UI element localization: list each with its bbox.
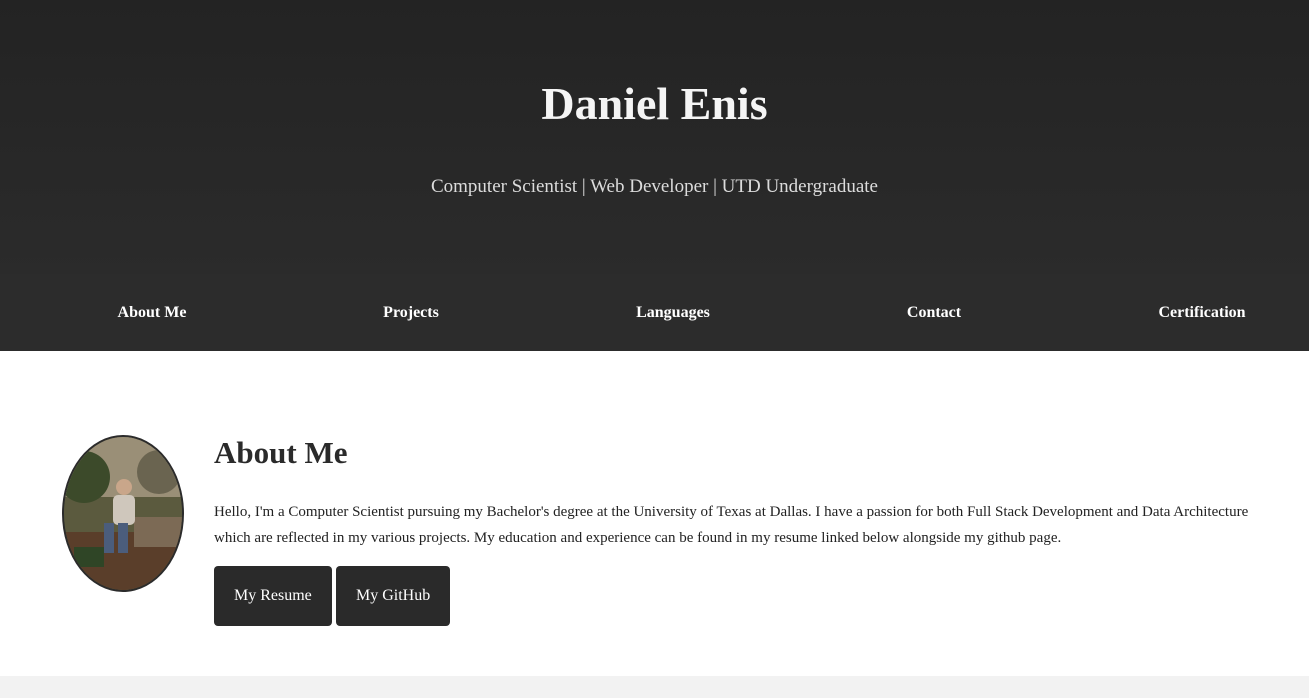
nav-item-about-me[interactable]: About Me: [118, 274, 187, 351]
profile-photo: [64, 437, 182, 590]
my-github-button[interactable]: My GitHub: [336, 566, 451, 626]
nav-item-contact[interactable]: Contact: [907, 274, 961, 351]
about-heading: About Me: [214, 435, 348, 470]
about-body: Hello, I'm a Computer Scientist pursuing…: [214, 504, 1249, 546]
main-nav: About Me Projects Languages Contact Cert…: [0, 274, 1309, 351]
site-tagline: Computer Scientist | Web Developer | UTD…: [430, 176, 878, 197]
nav-item-languages[interactable]: Languages: [636, 274, 710, 351]
footer-strip: [0, 676, 1309, 698]
site-title: Daniel Enis: [541, 78, 768, 129]
avatar: [62, 435, 184, 592]
hero-header: Daniel Enis Computer Scientist | Web Dev…: [0, 0, 1309, 274]
about-section: About Me Hello, I'm a Computer Scientist…: [0, 351, 1309, 676]
nav-item-projects[interactable]: Projects: [383, 274, 439, 351]
my-resume-button[interactable]: My Resume: [214, 566, 332, 626]
nav-item-certification[interactable]: Certification: [1158, 274, 1245, 351]
